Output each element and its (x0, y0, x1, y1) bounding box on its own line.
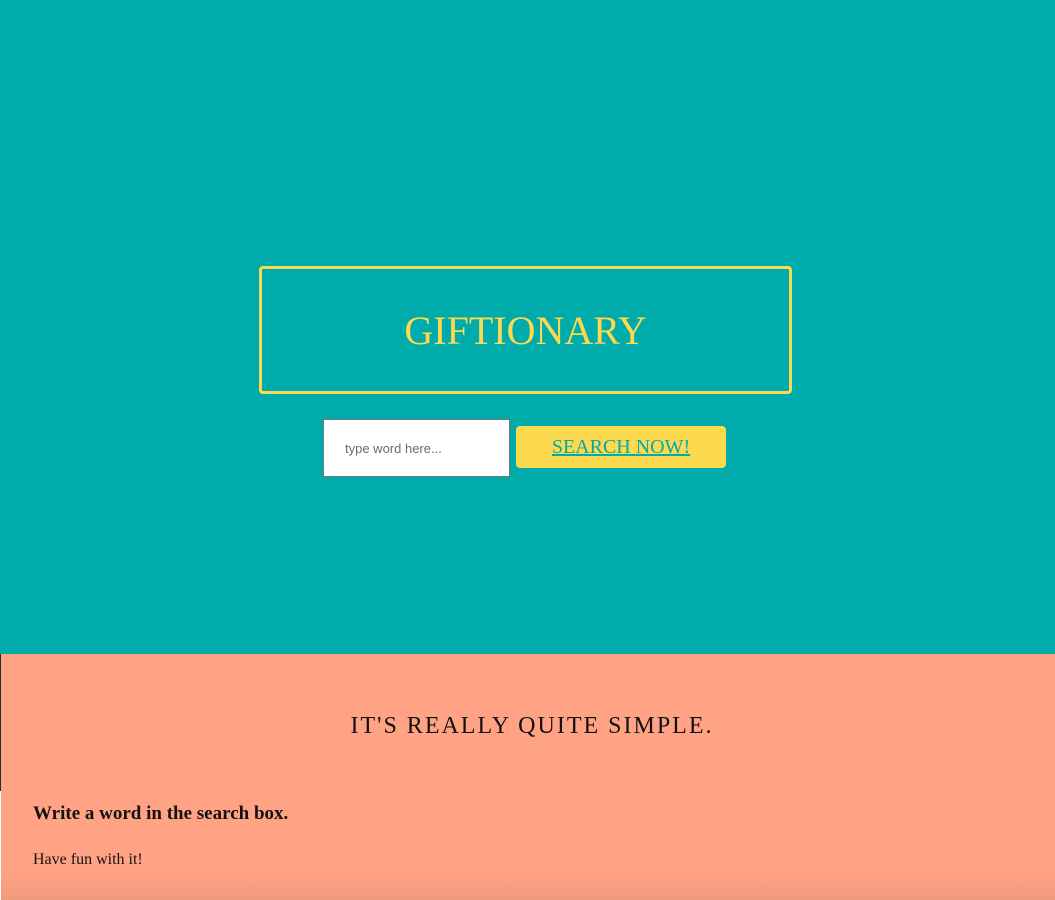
title-box: GIFTIONARY (259, 266, 792, 394)
page-title: GIFTIONARY (404, 307, 647, 353)
step-title: Write a word in the search box. (33, 803, 289, 824)
search-input[interactable] (323, 419, 510, 477)
info-section (1, 654, 1055, 900)
search-button[interactable]: SEARCH NOW! (516, 426, 726, 468)
info-heading: IT'S REALLY QUITE SIMPLE. (350, 713, 714, 739)
hero-section: GIFTIONARY SEARCH NOW! (0, 0, 1055, 654)
step-text: Have fun with it! (33, 851, 143, 868)
